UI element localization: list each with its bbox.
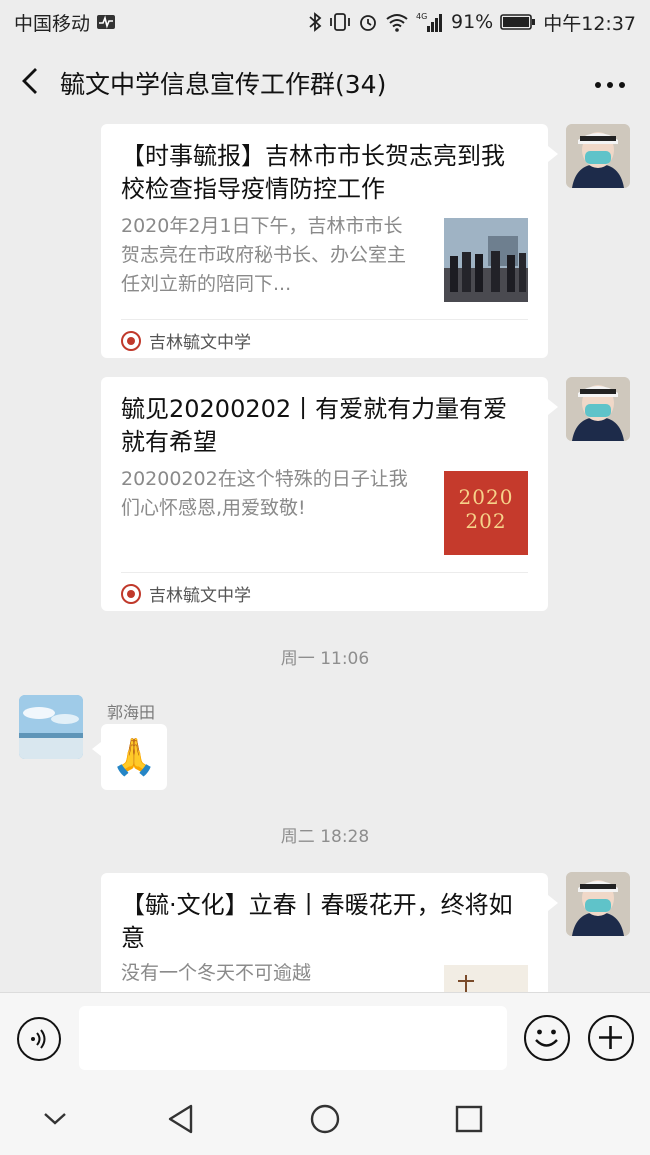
plus-icon — [599, 1026, 622, 1049]
chat-message-list[interactable]: 【时事毓报】吉林市市长贺志亮到我校检查指导疫情防控工作 2020年2月1日下午，… — [0, 122, 650, 992]
vibrate-icon — [329, 12, 351, 32]
school-logo-icon — [121, 583, 141, 604]
article-description: 2020年2月1日下午，吉林市市长贺志亮在市政府秘书长、办公室主任刘立新的陪同下… — [121, 215, 407, 295]
avatar-self[interactable] — [566, 872, 630, 936]
wifi-icon — [385, 12, 409, 32]
avatar-sender[interactable] — [19, 695, 83, 759]
person-masked-avatar-icon — [566, 872, 630, 936]
article-source: 吉林毓文中学 — [121, 328, 251, 353]
article-description: 20200202在这个特殊的日子让我们心怀感恩,用爱致敬! — [121, 468, 408, 519]
system-navigation-bar — [0, 1084, 650, 1155]
article-title: 毓见20200202丨有爱就有力量有爱就有希望 — [121, 395, 508, 456]
school-logo-icon — [121, 330, 141, 351]
sky-landscape-avatar-icon — [19, 695, 83, 759]
avatar-self[interactable] — [566, 124, 630, 188]
nav-home-button[interactable] — [300, 1096, 350, 1142]
battery-percent: 91% — [451, 11, 494, 33]
more-options-button[interactable] — [570, 44, 650, 122]
article-title: 【时事毓报】吉林市市长贺志亮到我校检查指导疫情防控工作 — [121, 142, 505, 203]
clock-time: 中午12:37 — [543, 12, 636, 35]
article-thumbnail — [444, 218, 528, 302]
square-recents-icon — [455, 1105, 483, 1133]
article-thumbnail — [444, 965, 528, 992]
signal-icon: 4G — [416, 11, 444, 33]
voice-wave-icon — [31, 1029, 46, 1049]
person-masked-avatar-icon — [566, 377, 630, 441]
battery-icon — [500, 13, 536, 31]
message-timestamp: 周二 18:28 — [280, 827, 370, 847]
card-divider — [121, 572, 528, 573]
article-card[interactable]: 【毓·文化】立春丨春暖花开，终将如意 没有一个冬天不可逾越 — [101, 873, 558, 992]
nav-recents-button[interactable] — [444, 1096, 494, 1142]
thumbnail-text-line: 202 — [465, 509, 507, 533]
more-functions-button[interactable] — [588, 1015, 634, 1061]
back-arrow-icon — [19, 66, 41, 100]
chevron-down-icon — [44, 1113, 66, 1125]
card-divider — [121, 319, 528, 320]
voice-input-button[interactable] — [17, 1017, 61, 1061]
nav-hide-button[interactable] — [30, 1096, 80, 1142]
message-text-input[interactable] — [79, 1006, 507, 1070]
article-description: 没有一个冬天不可逾越 — [121, 962, 312, 984]
avatar-self[interactable] — [566, 377, 630, 441]
article-card[interactable]: 毓见20200202丨有爱就有力量有爱就有希望 20200202在这个特殊的日子… — [101, 377, 558, 611]
source-name: 吉林毓文中学 — [149, 586, 251, 606]
alarm-icon — [358, 12, 378, 32]
carrier-label: 中国移动 — [14, 12, 91, 35]
article-card[interactable]: 【时事毓报】吉林市市长贺志亮到我校检查指导疫情防控工作 2020年2月1日下午，… — [101, 124, 558, 358]
activity-icon — [96, 14, 116, 30]
status-bar: 中国移动 4G 91% 中午12:37 — [0, 0, 650, 44]
more-dots-icon — [594, 74, 626, 93]
chat-header: 毓文中学信息宣传工作群(34) — [0, 44, 650, 122]
message-timestamp: 周一 11:06 — [280, 649, 370, 669]
emoji-message-bubble[interactable]: 🙏 — [92, 724, 167, 790]
pray-emoji-icon: 🙏 — [111, 737, 157, 778]
thumbnail-text-line: 2020 — [458, 485, 514, 509]
article-source: 吉林毓文中学 — [121, 581, 251, 606]
circle-home-icon — [310, 1104, 340, 1134]
smiley-icon — [535, 1029, 558, 1047]
bluetooth-icon — [308, 12, 322, 32]
message-input-bar — [0, 992, 650, 1084]
chat-title: 毓文中学信息宣传工作群(34) — [60, 70, 387, 99]
source-name: 吉林毓文中学 — [149, 333, 251, 353]
article-title: 【毓·文化】立春丨春暖花开，终将如意 — [121, 891, 513, 952]
article-thumbnail: 2020 202 — [444, 471, 528, 555]
person-masked-avatar-icon — [566, 124, 630, 188]
back-button[interactable] — [0, 44, 60, 122]
sender-name: 郭海田 — [107, 703, 156, 722]
emoji-button[interactable] — [524, 1015, 570, 1061]
svg-text:4G: 4G — [416, 12, 427, 21]
triangle-back-icon — [168, 1104, 193, 1134]
nav-back-button[interactable] — [156, 1096, 206, 1142]
